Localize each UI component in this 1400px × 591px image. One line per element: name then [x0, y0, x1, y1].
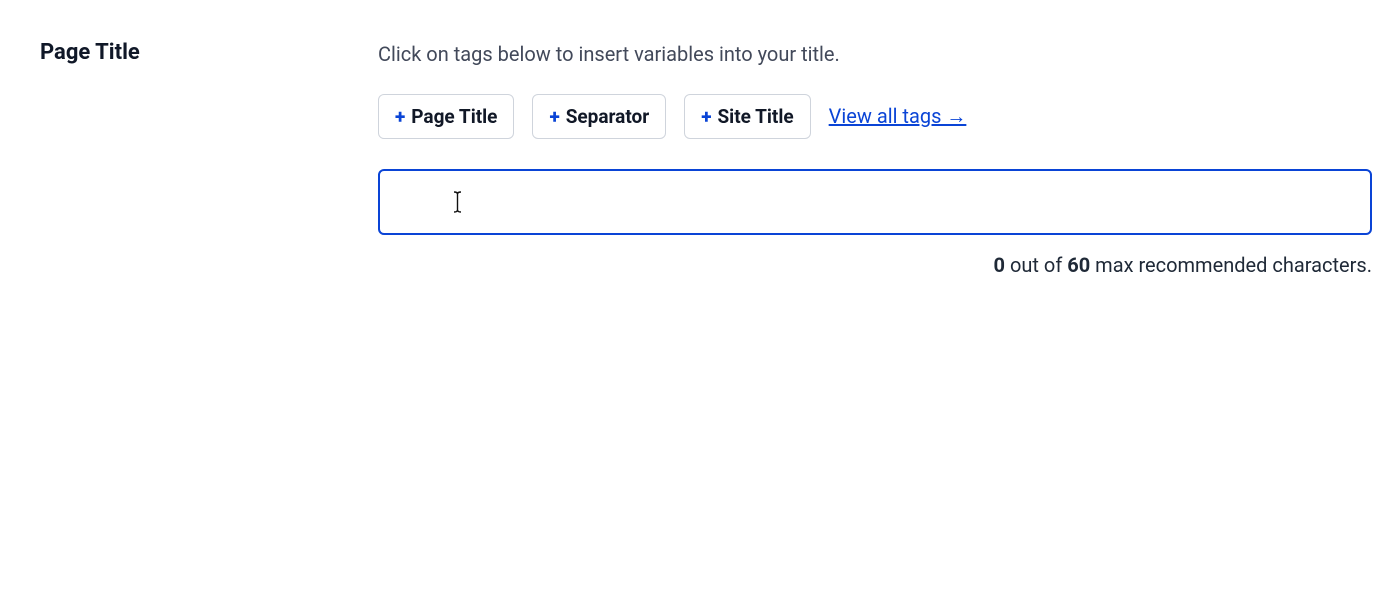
tag-label: Site Title: [717, 105, 793, 128]
plus-icon: +: [549, 107, 559, 126]
title-input-wrap: [378, 169, 1372, 235]
plus-icon: +: [701, 107, 711, 126]
tag-row: + Page Title + Separator + Site Title Vi…: [378, 94, 1372, 139]
page-title-input[interactable]: [378, 169, 1372, 235]
tag-label: Page Title: [411, 105, 497, 128]
counter-current: 0: [994, 253, 1005, 277]
character-counter: 0 out of 60 max recommended characters.: [378, 253, 1372, 277]
view-all-tags-link[interactable]: View all tags →: [829, 104, 967, 129]
counter-text: max recommended characters.: [1090, 253, 1372, 277]
field-label: Page Title: [40, 40, 378, 65]
field-description: Click on tags below to insert variables …: [378, 42, 1372, 66]
counter-max: 60: [1067, 253, 1090, 277]
counter-text: out of: [1005, 253, 1067, 277]
tag-label: Separator: [566, 105, 650, 128]
insert-separator-tag-button[interactable]: + Separator: [532, 94, 666, 139]
insert-page-title-tag-button[interactable]: + Page Title: [378, 94, 514, 139]
plus-icon: +: [395, 107, 405, 126]
insert-site-title-tag-button[interactable]: + Site Title: [684, 94, 810, 139]
